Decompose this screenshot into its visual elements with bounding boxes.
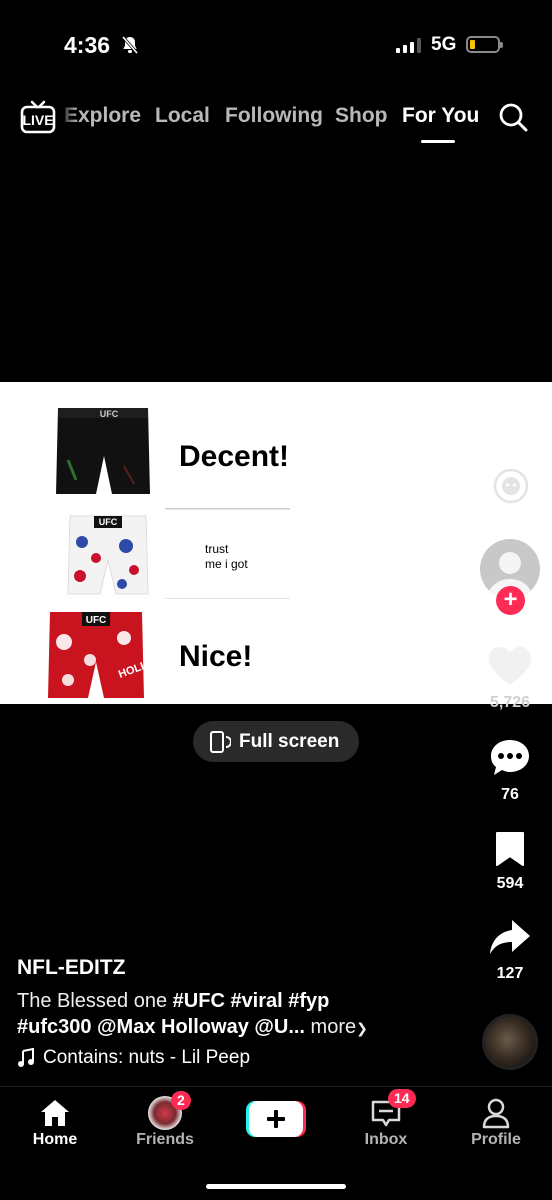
music-title: Contains: nuts - Lil Peep: [43, 1047, 251, 1068]
creator-username[interactable]: NFL-EDITZ: [17, 956, 125, 980]
full-screen-label: Full screen: [239, 730, 340, 752]
video-text-decent: Decent!: [179, 440, 290, 473]
heart-icon: [489, 647, 531, 685]
bookmark-button[interactable]: 594: [480, 830, 540, 893]
bookmark-count: 594: [496, 875, 524, 892]
share-button[interactable]: 127: [480, 918, 540, 983]
bookmark-icon: [496, 832, 524, 866]
red-floral-shorts-image: UFC HOLLI: [48, 612, 146, 698]
search-icon[interactable]: [497, 101, 529, 133]
caption-hashtags[interactable]: #UFC #viral #fyp: [173, 990, 330, 1012]
tab-local[interactable]: Local: [155, 104, 210, 128]
fullscreen-rotate-icon: [210, 730, 231, 753]
video-text-trust: trust me i got: [205, 542, 248, 572]
signal-icon: [396, 38, 421, 53]
comment-count: 76: [501, 786, 519, 803]
comment-icon: [491, 740, 529, 775]
inbox-badge: 14: [388, 1089, 416, 1108]
share-arrow-icon: [490, 920, 530, 954]
shorts-logo-3: UFC: [86, 615, 107, 626]
home-icon: [41, 1100, 69, 1126]
like-count: 5,726: [489, 694, 531, 711]
music-info[interactable]: Contains: nuts - Lil Peep: [17, 1047, 250, 1069]
live-label: LIVE: [22, 112, 53, 128]
nav-inbox[interactable]: 14 Inbox: [346, 1089, 426, 1149]
video-divider-2: [165, 509, 290, 510]
home-indicator: [206, 1184, 346, 1189]
share-count: 127: [496, 965, 524, 982]
post-caption[interactable]: The Blessed one #UFC #viral #fyp #ufc300…: [17, 988, 457, 1041]
chevron-down-icon[interactable]: ❯: [356, 1020, 368, 1036]
active-tab-indicator: [421, 140, 455, 143]
bottom-nav: Home 2 Friends 14 Inbox Profile: [0, 1086, 552, 1200]
comment-button[interactable]: 76: [480, 737, 540, 804]
friends-badge: 2: [171, 1091, 191, 1110]
battery-icon: [466, 36, 503, 53]
tab-shop[interactable]: Shop: [335, 104, 388, 128]
status-time: 4:36: [64, 32, 111, 58]
video-divider-3: [165, 598, 290, 599]
nav-home[interactable]: Home: [15, 1095, 95, 1149]
network-type: 5G: [431, 34, 457, 55]
ghost-icon[interactable]: [492, 467, 530, 505]
video-text-trust-line-2: me i got: [205, 557, 248, 571]
music-note-icon: [18, 1048, 34, 1067]
tab-following[interactable]: Following: [225, 104, 323, 128]
caption-more-link[interactable]: more: [305, 1016, 357, 1038]
follow-button[interactable]: +: [496, 586, 525, 615]
music-disc-avatar[interactable]: [482, 1014, 538, 1070]
shorts-logo-2: UFC: [99, 517, 118, 527]
video-frame[interactable]: UFC Decent! UFC trust me i got UFC HOLLI…: [0, 382, 552, 704]
nav-profile[interactable]: Profile: [456, 1095, 536, 1149]
status-bar: 4:36 5G: [0, 0, 552, 90]
nav-profile-label: Profile: [471, 1131, 521, 1148]
like-button[interactable]: 5,726: [480, 645, 540, 712]
nav-inbox-label: Inbox: [364, 1131, 408, 1148]
bell-muted-icon: [121, 36, 139, 54]
nav-home-label: Home: [32, 1131, 78, 1148]
floral-shorts-image: UFC: [67, 515, 149, 595]
video-text-trust-line-1: trust: [205, 542, 229, 556]
black-shorts-image: UFC: [56, 408, 150, 494]
full-screen-button[interactable]: Full screen: [193, 721, 359, 762]
tab-fade: [58, 96, 78, 136]
video-text-nice: Nice!: [179, 640, 253, 673]
caption-mention[interactable]: @Max Holloway @U...: [92, 1016, 305, 1038]
nav-friends-label: Friends: [136, 1131, 194, 1148]
shorts-logo-1: UFC: [100, 409, 119, 419]
caption-hashtag-ufc300[interactable]: #ufc300: [17, 1016, 92, 1038]
live-icon[interactable]: LIVE: [20, 100, 56, 134]
profile-icon: [482, 1098, 510, 1129]
caption-prefix: The Blessed one: [17, 990, 173, 1012]
tab-for-you[interactable]: For You: [402, 104, 479, 128]
create-button[interactable]: [246, 1101, 306, 1137]
nav-friends[interactable]: 2 Friends: [125, 1091, 205, 1149]
